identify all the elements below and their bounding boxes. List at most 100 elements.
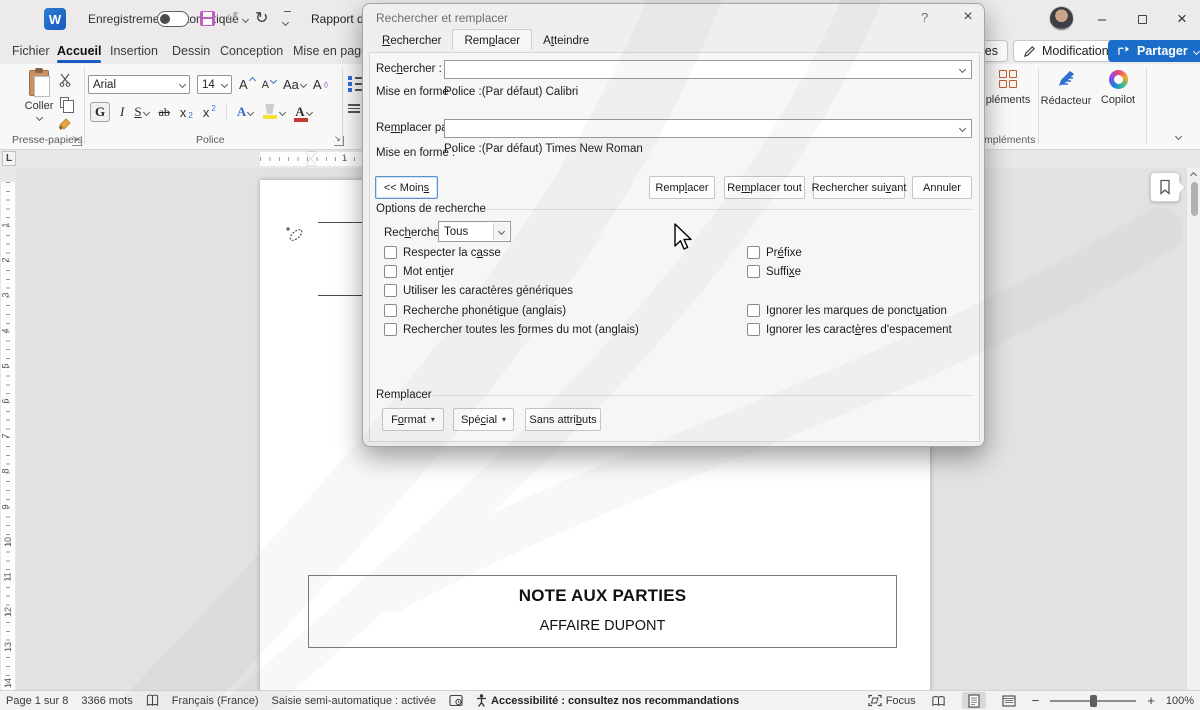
- line-spacing-icon[interactable]: [348, 104, 360, 113]
- copilot-button[interactable]: Copilot: [1096, 70, 1140, 106]
- less-button[interactable]: << Moins: [375, 176, 438, 199]
- replace-button[interactable]: Remplacer: [649, 176, 715, 199]
- highlight-button[interactable]: [263, 104, 285, 120]
- dialog-close-button[interactable]: ×: [955, 6, 981, 28]
- italic-button[interactable]: I: [120, 104, 124, 120]
- combo-dropdown-button[interactable]: [493, 223, 509, 240]
- format-painter-icon[interactable]: [56, 116, 73, 132]
- word-logo-icon[interactable]: W: [44, 8, 66, 30]
- autosave-toggle[interactable]: [157, 11, 189, 27]
- restore-button[interactable]: [1122, 0, 1162, 38]
- scrollbar-thumb[interactable]: [1191, 182, 1198, 216]
- collapse-ribbon-icon[interactable]: [1175, 133, 1182, 140]
- clipboard-dialog-launcher-icon[interactable]: ↘: [72, 136, 82, 146]
- tab-insertion[interactable]: Insertion: [106, 41, 162, 61]
- close-button[interactable]: ×: [1162, 0, 1200, 38]
- grow-font-button[interactable]: A: [239, 77, 255, 92]
- suffix-checkbox[interactable]: Suffixe: [747, 265, 801, 278]
- tab-conception[interactable]: Conception: [216, 41, 287, 61]
- format-menu-button[interactable]: Format▾: [382, 408, 444, 431]
- undo-icon[interactable]: ↺: [226, 8, 239, 28]
- underline-button[interactable]: S: [134, 104, 148, 120]
- font-size-combo[interactable]: 14: [197, 75, 232, 94]
- tab-dessin[interactable]: Dessin: [168, 41, 214, 61]
- zoom-in-button[interactable]: +: [1147, 693, 1155, 708]
- chevron-up-icon: [249, 77, 256, 84]
- superscript-button[interactable]: x2: [203, 105, 216, 120]
- strikethrough-button[interactable]: ab: [159, 105, 170, 120]
- quick-access-more-icon[interactable]: [283, 14, 292, 28]
- sounds-like-checkbox[interactable]: Recherche phonétique (anglais): [384, 304, 566, 317]
- copy-icon[interactable]: [56, 94, 73, 110]
- reading-position-flyout[interactable]: [1150, 172, 1180, 202]
- redo-icon[interactable]: ↻: [255, 8, 268, 28]
- print-layout-button[interactable]: [962, 692, 986, 709]
- word-count[interactable]: 3366 mots: [81, 695, 132, 707]
- font-name-combo[interactable]: Arial: [88, 75, 190, 94]
- ignore-whitespace-checkbox[interactable]: Ignorer les caractères d'espacement: [747, 323, 952, 336]
- tab-mise-en-page[interactable]: Mise en page: [289, 41, 372, 61]
- note-box[interactable]: NOTE AUX PARTIES AFFAIRE DUPONT: [308, 575, 897, 648]
- minimize-button[interactable]: –: [1082, 0, 1122, 38]
- vertical-scrollbar[interactable]: [1186, 168, 1200, 690]
- text-effects-button[interactable]: A: [237, 104, 253, 120]
- combo-dropdown-button[interactable]: [954, 121, 970, 136]
- zoom-out-button[interactable]: −: [1032, 693, 1040, 708]
- find-next-button[interactable]: Rechercher suivant: [813, 176, 905, 199]
- account-avatar[interactable]: [1049, 6, 1074, 31]
- paste-button[interactable]: Coller: [18, 70, 60, 132]
- combo-dropdown-button[interactable]: [954, 62, 970, 77]
- editor-button[interactable]: Rédacteur: [1042, 70, 1090, 107]
- autocomplete-status[interactable]: Saisie semi-automatique : activée: [272, 695, 436, 707]
- language-indicator[interactable]: Français (France): [172, 695, 259, 707]
- cancel-button[interactable]: Annuler: [912, 176, 972, 199]
- prefix-checkbox[interactable]: Préfixe: [747, 246, 802, 259]
- special-menu-button[interactable]: Spécial▾: [453, 408, 514, 431]
- ignore-punctuation-checkbox[interactable]: Ignorer les marques de ponctuation: [747, 304, 947, 317]
- font-color-button[interactable]: A: [295, 104, 311, 120]
- zoom-level[interactable]: 100%: [1166, 695, 1194, 707]
- cut-icon[interactable]: [56, 72, 73, 88]
- first-line-indent-marker[interactable]: [306, 152, 316, 158]
- replace-all-button[interactable]: Remplacer tout: [724, 176, 805, 199]
- document-subheading: AFFAIRE DUPONT: [309, 618, 896, 634]
- word-forms-checkbox[interactable]: Rechercher toutes les formes du mot (ang…: [384, 323, 639, 336]
- focus-mode-button[interactable]: Focus: [868, 694, 916, 707]
- undo-dropdown-icon[interactable]: [242, 16, 249, 23]
- scroll-up-icon[interactable]: [1190, 172, 1197, 179]
- dialog-tab-remplacer[interactable]: Remplacer: [452, 29, 532, 50]
- web-layout-button[interactable]: [997, 692, 1021, 709]
- whole-word-checkbox[interactable]: Mot entier: [384, 265, 454, 278]
- zoom-slider-thumb[interactable]: [1090, 695, 1097, 707]
- save-icon[interactable]: [200, 11, 215, 26]
- ink-annotation-icon[interactable]: [285, 224, 305, 244]
- accessibility-status[interactable]: Accessibilité : consultez nos recommanda…: [476, 694, 739, 707]
- multilevel-list-icon[interactable]: [348, 76, 363, 92]
- text-predictions-icon[interactable]: [449, 694, 463, 707]
- zoom-slider[interactable]: [1050, 700, 1136, 702]
- dialog-tab-rechercher[interactable]: Rechercher: [371, 31, 452, 50]
- read-mode-button[interactable]: [927, 692, 951, 709]
- tab-accueil[interactable]: Accueil: [53, 41, 105, 61]
- match-case-checkbox[interactable]: Respecter la casse: [384, 246, 501, 259]
- dialog-tab-atteindre[interactable]: Atteindre: [532, 31, 600, 50]
- replace-input[interactable]: [444, 119, 972, 138]
- wildcards-checkbox[interactable]: Utiliser les caractères génériques: [384, 284, 573, 297]
- proofing-icon[interactable]: [146, 694, 159, 707]
- no-formatting-button[interactable]: Sans attributs: [525, 408, 601, 431]
- change-case-button[interactable]: Aa: [283, 77, 306, 92]
- bold-button[interactable]: G: [90, 102, 110, 122]
- tab-selector[interactable]: L: [2, 151, 16, 166]
- search-scope-select[interactable]: Tous: [438, 221, 511, 242]
- subscript-button[interactable]: x2: [180, 105, 193, 120]
- addins-button[interactable]: pléments: [986, 70, 1030, 106]
- hanging-indent-marker[interactable]: [306, 159, 316, 165]
- shrink-font-button[interactable]: A: [262, 79, 276, 91]
- clear-formatting-button[interactable]: A◊: [313, 77, 328, 92]
- page-indicator[interactable]: Page 1 sur 8: [6, 695, 68, 707]
- vertical-ruler[interactable]: 1234567891011121314: [0, 168, 16, 690]
- dialog-help-button[interactable]: ?: [921, 10, 928, 25]
- find-input[interactable]: [444, 60, 972, 79]
- tab-fichier[interactable]: Fichier: [8, 41, 54, 61]
- share-button[interactable]: Partager: [1108, 40, 1200, 62]
